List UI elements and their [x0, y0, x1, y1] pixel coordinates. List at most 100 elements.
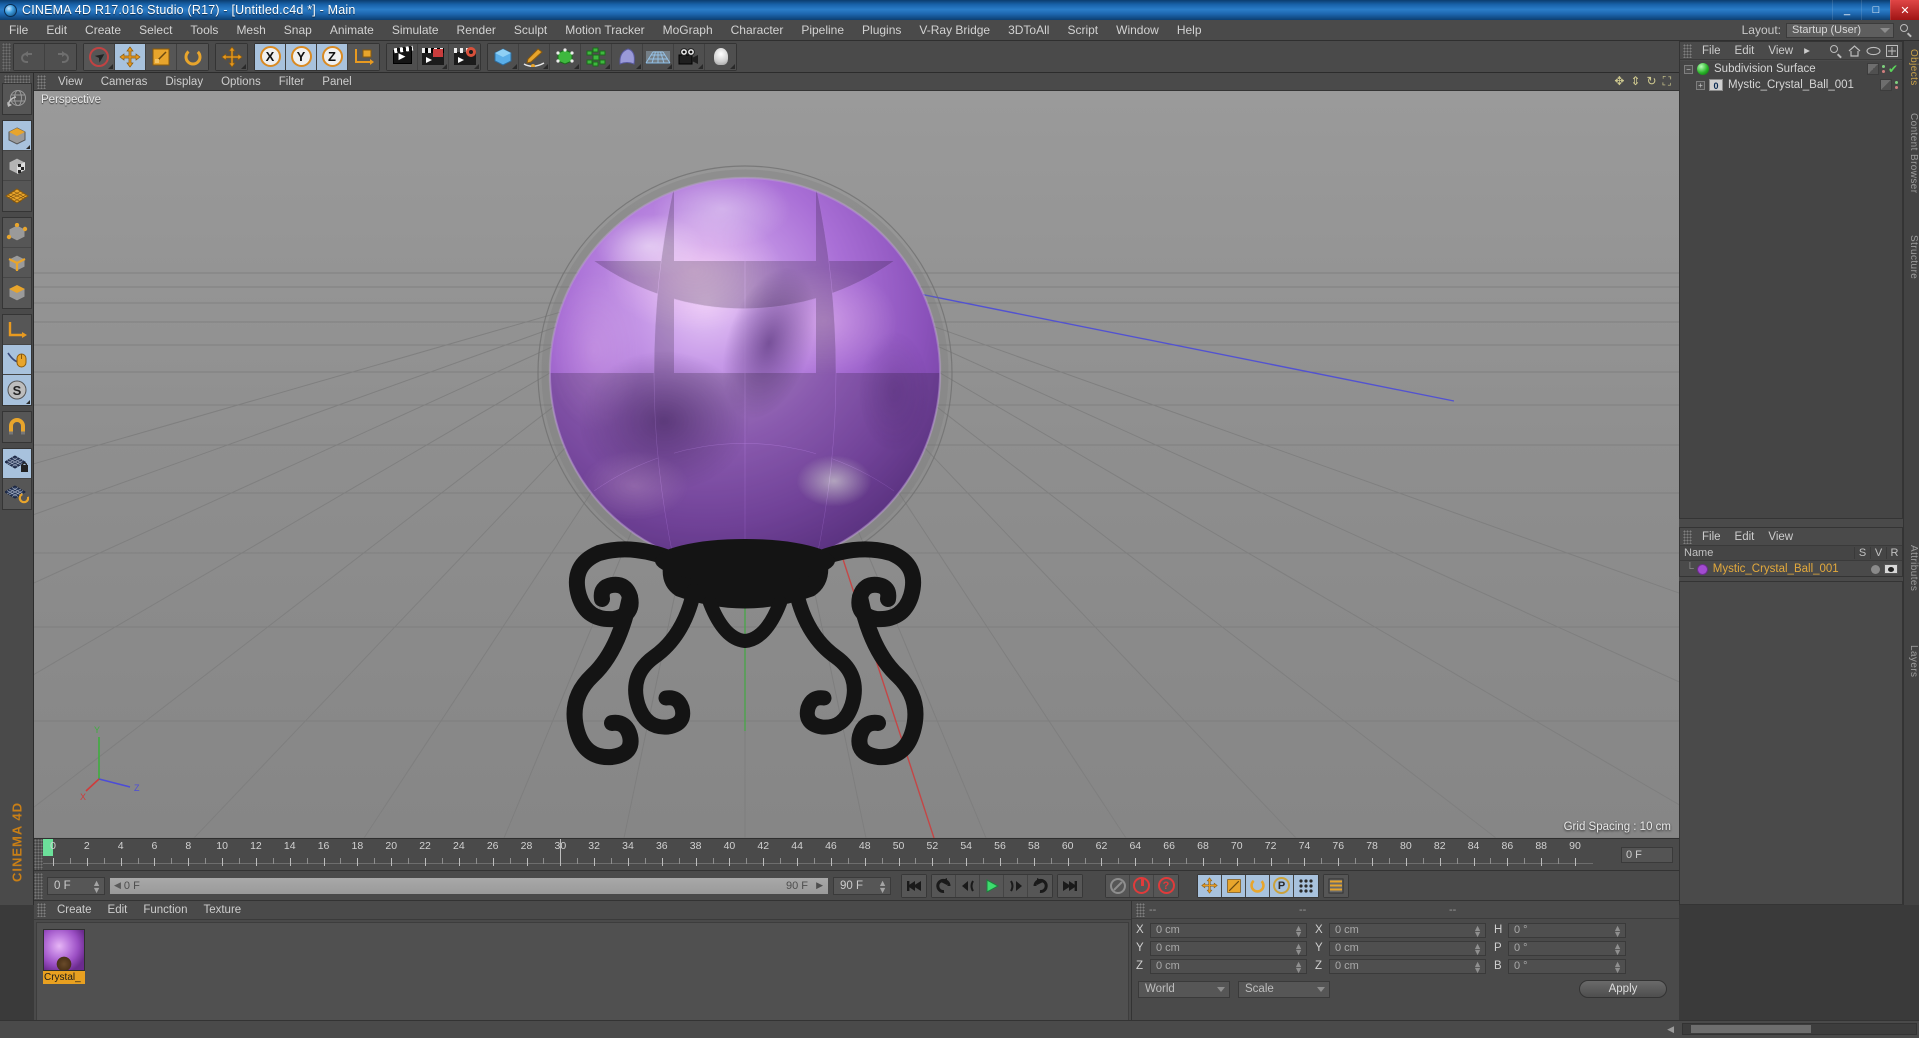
- move-axis-button[interactable]: [216, 43, 247, 70]
- menu-item-mesh[interactable]: Mesh: [227, 20, 274, 41]
- attributes-menu-file[interactable]: File: [1695, 528, 1728, 546]
- display-tag-icon[interactable]: [1880, 79, 1892, 91]
- menu-item-tools[interactable]: Tools: [181, 20, 227, 41]
- attributes-row[interactable]: └ Mystic_Crystal_Ball_001: [1680, 561, 1902, 577]
- spinner-icon[interactable]: ▲ ▼: [92, 878, 101, 894]
- spinner-icon[interactable]: ▲ ▼: [1294, 941, 1303, 956]
- lock-workplane-button[interactable]: [2, 449, 31, 479]
- menu-item-animate[interactable]: Animate: [321, 20, 383, 41]
- spinner-icon[interactable]: ▲ ▼: [1473, 941, 1482, 956]
- add-spline-button[interactable]: [519, 43, 550, 70]
- param-key-button[interactable]: P: [1270, 874, 1294, 897]
- object-row-subdivision-surface[interactable]: − Subdivision Surface ✔: [1680, 61, 1902, 77]
- position-x-field[interactable]: 0 cm ▲ ▼: [1150, 922, 1307, 938]
- position-z-field[interactable]: 0 cm ▲ ▼: [1150, 958, 1307, 974]
- point-mode-button[interactable]: [2, 218, 31, 248]
- size-x-field[interactable]: 0 cm ▲ ▼: [1329, 922, 1486, 938]
- scale-key-button[interactable]: [1222, 874, 1246, 897]
- dope-sheet-button[interactable]: [1324, 874, 1348, 897]
- coordinate-system-dropdown[interactable]: World: [1138, 980, 1230, 998]
- scrollbar-thumb[interactable]: [1691, 1025, 1811, 1033]
- world-object-coordinates-button[interactable]: [348, 43, 379, 70]
- menu-item-render[interactable]: Render: [448, 20, 505, 41]
- add-light-button[interactable]: [705, 43, 736, 70]
- rotate-tool-button[interactable]: [177, 43, 208, 70]
- next-frame-button[interactable]: [1004, 874, 1028, 897]
- make-editable-button[interactable]: [2, 121, 31, 151]
- render-region-button[interactable]: [418, 43, 449, 70]
- tab-structure[interactable]: Structure: [1903, 231, 1919, 283]
- move-tool-button[interactable]: [115, 43, 146, 70]
- tab-objects[interactable]: Objects: [1903, 45, 1919, 90]
- scale-tool-button[interactable]: [146, 43, 177, 70]
- tab-content-browser[interactable]: Content Browser: [1903, 109, 1919, 197]
- timeline-scrubber[interactable]: ◀ 0 F 90 F ▶: [109, 876, 829, 895]
- add-generator-button[interactable]: [550, 43, 581, 70]
- render-settings-button[interactable]: [449, 43, 480, 70]
- menu-item-3dtoall[interactable]: 3DToAll: [999, 20, 1058, 41]
- apply-button[interactable]: Apply: [1579, 980, 1667, 998]
- menu-item-window[interactable]: Window: [1107, 20, 1168, 41]
- material-preview-thumbnail[interactable]: [43, 929, 85, 971]
- undo-button[interactable]: [14, 43, 45, 70]
- object-menu-file[interactable]: File: [1695, 42, 1728, 60]
- enabled-check-icon[interactable]: ✔: [1888, 62, 1898, 76]
- point-level-animation-button[interactable]: [1294, 874, 1318, 897]
- material-menu-function[interactable]: Function: [135, 901, 195, 920]
- timeline-end-frame-field[interactable]: 0 F: [1621, 846, 1673, 863]
- spinner-icon[interactable]: ▲ ▼: [1294, 959, 1303, 974]
- home-icon[interactable]: [1848, 44, 1861, 57]
- material-menu-texture[interactable]: Texture: [195, 901, 249, 920]
- add-deformer-button[interactable]: [612, 43, 643, 70]
- rotation-key-button[interactable]: [1246, 874, 1270, 897]
- viewport-menu-panel[interactable]: Panel: [313, 73, 360, 91]
- menu-item-sculpt[interactable]: Sculpt: [505, 20, 556, 41]
- perspective-viewport[interactable]: View Cameras Display Options Filter Pane…: [34, 73, 1679, 838]
- lock-y-axis-button[interactable]: Y: [286, 43, 317, 70]
- play-forward-button[interactable]: [980, 874, 1004, 897]
- coordinates-grip[interactable]: [1136, 902, 1145, 917]
- close-button[interactable]: ✕: [1890, 0, 1919, 20]
- viewport-menu-cameras[interactable]: Cameras: [92, 73, 157, 91]
- spinner-icon[interactable]: ▲ ▼: [1294, 923, 1303, 938]
- workplane-grid-button[interactable]: [2, 181, 31, 211]
- spinner-icon[interactable]: ▲ ▼: [1473, 923, 1482, 938]
- scrub-left-arrow-icon[interactable]: ◀: [114, 880, 121, 891]
- expand-icon[interactable]: +: [1696, 80, 1705, 90]
- menu-item-plugins[interactable]: Plugins: [853, 20, 910, 41]
- previous-frame-button[interactable]: [956, 874, 980, 897]
- material-manager-grip[interactable]: [37, 903, 46, 917]
- attributes-menu-edit[interactable]: Edit: [1728, 528, 1762, 546]
- menu-item-vray-bridge[interactable]: V-Ray Bridge: [910, 20, 999, 41]
- collapse-icon[interactable]: −: [1684, 64, 1693, 74]
- menu-item-pipeline[interactable]: Pipeline: [792, 20, 853, 41]
- workplane-toggle-button[interactable]: [2, 479, 31, 509]
- menu-item-script[interactable]: Script: [1058, 20, 1107, 41]
- visibility-dots[interactable]: [1881, 65, 1885, 73]
- size-y-field[interactable]: 0 cm ▲ ▼: [1329, 940, 1486, 956]
- visibility-dots[interactable]: [1895, 81, 1898, 89]
- rotation-h-field[interactable]: 0 ° ▲ ▼: [1508, 922, 1626, 938]
- viewport-menu-filter[interactable]: Filter: [270, 73, 314, 91]
- soft-selection-button[interactable]: S: [2, 375, 31, 405]
- material-menu-edit[interactable]: Edit: [100, 901, 136, 920]
- menu-item-create[interactable]: Create: [76, 20, 130, 41]
- visibility-icon[interactable]: [1866, 46, 1881, 56]
- transform-mode-dropdown[interactable]: Scale: [1238, 980, 1330, 998]
- add-primitive-button[interactable]: [488, 43, 519, 70]
- record-active-objects-button[interactable]: [1130, 874, 1154, 897]
- solo-toggle-icon[interactable]: [1871, 564, 1880, 574]
- live-selection-button[interactable]: [84, 43, 115, 70]
- texture-mode-button[interactable]: [2, 151, 31, 181]
- add-mograph-button[interactable]: [581, 43, 612, 70]
- toolbar-grip[interactable]: [2, 42, 11, 71]
- material-list[interactable]: Crystal_: [36, 922, 1129, 1036]
- visibility-toggle-icon[interactable]: [1884, 564, 1898, 574]
- scroll-left-icon[interactable]: ◀: [1667, 1024, 1674, 1035]
- material-item[interactable]: Crystal_: [43, 929, 85, 984]
- spinner-icon[interactable]: ▲ ▼: [1473, 959, 1482, 974]
- menu-item-motion-tracker[interactable]: Motion Tracker: [556, 20, 653, 41]
- object-row-mystic-crystal-ball[interactable]: + 0 Mystic_Crystal_Ball_001: [1680, 77, 1902, 93]
- viewport-menu-grip[interactable]: [37, 74, 46, 89]
- edge-mode-button[interactable]: [2, 248, 31, 278]
